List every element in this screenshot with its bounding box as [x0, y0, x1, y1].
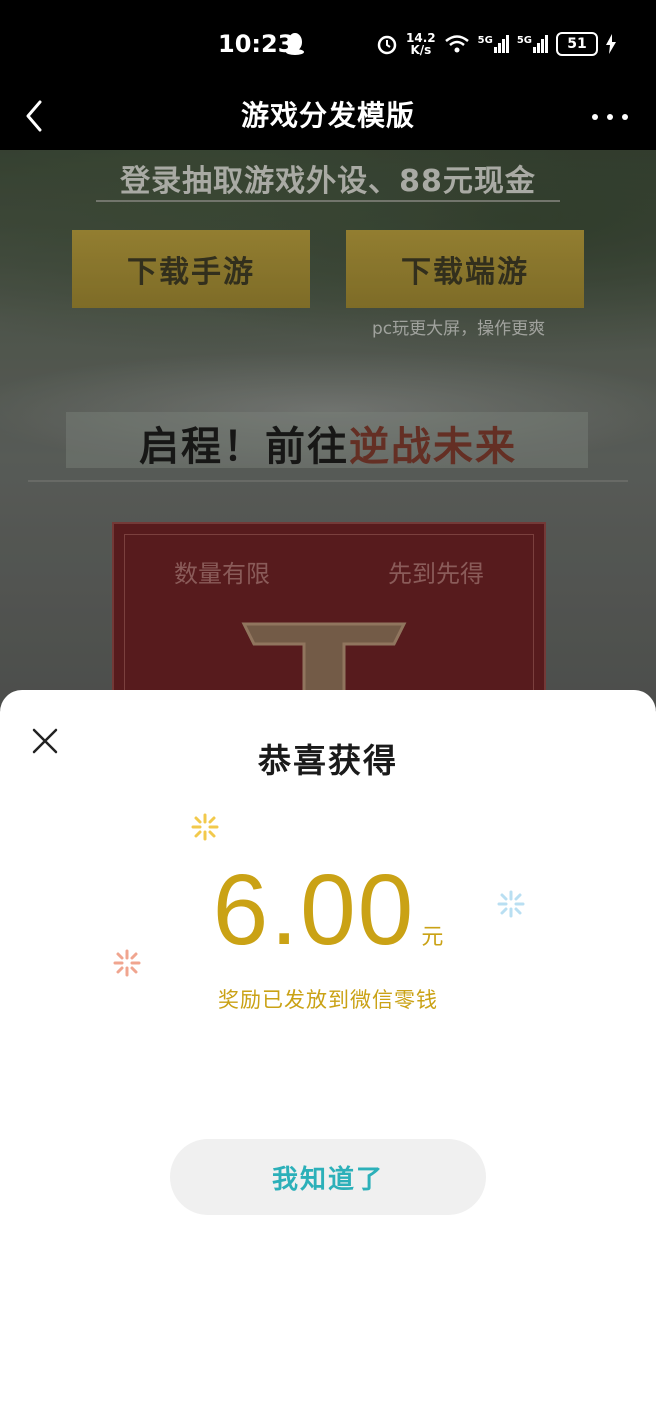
- reward-sheet: 恭喜获得 6.00 元 奖励已发放到微信零钱 我知道了: [0, 690, 656, 1424]
- status-icons: 14.2 K/s 5G 5G 51: [376, 30, 616, 58]
- signal-1: 5G: [478, 35, 509, 53]
- acknowledge-button[interactable]: 我知道了: [170, 1139, 486, 1215]
- amount-unit: 元: [421, 925, 444, 950]
- dim-overlay: [0, 150, 656, 710]
- status-time: 10:23: [218, 30, 295, 58]
- more-options-icon[interactable]: [588, 96, 632, 136]
- network-speed: 14.2 K/s: [406, 31, 436, 57]
- alarm-icon: [377, 35, 397, 55]
- reward-note: 奖励已发放到微信零钱: [218, 988, 438, 1012]
- sheet-title: 恭喜获得: [258, 741, 398, 780]
- title-bar: 游戏分发模版: [0, 88, 656, 150]
- qq-icon: [286, 33, 304, 55]
- battery-indicator: 51: [556, 32, 598, 56]
- amount-value: 6.00: [212, 854, 416, 966]
- wifi-icon: [444, 35, 469, 53]
- signal-2: 5G: [517, 35, 548, 53]
- reward-amount: 6.00 元: [0, 860, 656, 960]
- charging-icon: [606, 34, 616, 54]
- sparkle-icon: [191, 813, 219, 841]
- status-bar: 10:23 14.2 K/s 5G 5G 51: [0, 0, 656, 88]
- page-title: 游戏分发模版: [240, 99, 415, 132]
